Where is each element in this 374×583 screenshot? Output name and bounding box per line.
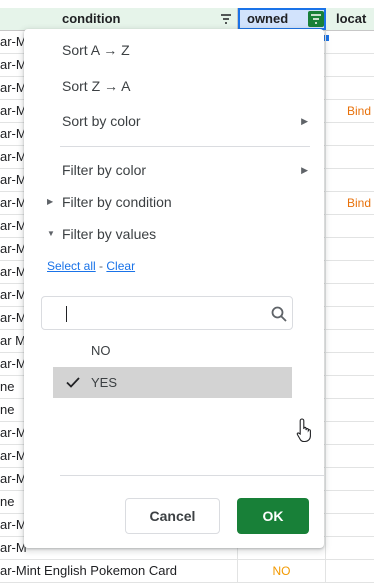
location-cell[interactable] bbox=[326, 307, 374, 329]
location-cell[interactable]: Bind bbox=[326, 192, 374, 214]
location-cell[interactable] bbox=[326, 169, 374, 191]
filter-by-color-item[interactable]: Filter by color ▶ bbox=[24, 155, 324, 185]
location-cell[interactable]: Bind bbox=[326, 100, 374, 122]
location-cell[interactable] bbox=[326, 353, 374, 375]
hand-pointer-icon bbox=[296, 418, 311, 443]
sort-z-a-label: Sort Z → A bbox=[62, 78, 131, 94]
column-header-condition[interactable]: condition bbox=[0, 8, 238, 30]
column-header-location-label: locat bbox=[336, 11, 367, 26]
sort-z-a-item[interactable]: Sort Z → A bbox=[24, 71, 324, 101]
filter-icon[interactable] bbox=[218, 11, 234, 27]
location-cell[interactable] bbox=[326, 399, 374, 421]
location-cell[interactable] bbox=[326, 215, 374, 237]
sort-a-z-label: Sort A → Z bbox=[62, 42, 130, 58]
value-option-yes[interactable]: YES bbox=[53, 367, 292, 398]
location-cell[interactable] bbox=[326, 330, 374, 352]
owned-cell[interactable]: NO bbox=[238, 560, 326, 582]
header-row: condition owned locat bbox=[0, 8, 374, 42]
clear-link[interactable]: Clear bbox=[106, 259, 135, 273]
filter-by-values-item[interactable]: ▼ Filter by values bbox=[24, 219, 324, 249]
select-all-link[interactable]: Select all bbox=[47, 259, 96, 273]
footer-divider bbox=[60, 475, 324, 476]
value-search-box[interactable] bbox=[41, 296, 293, 330]
filter-menu: Sort A → Z Sort Z → A Sort by color ▶ Fi… bbox=[24, 29, 324, 548]
sort-by-color-item[interactable]: Sort by color ▶ bbox=[24, 106, 324, 136]
location-cell[interactable] bbox=[326, 537, 374, 559]
location-cell[interactable] bbox=[326, 146, 374, 168]
value-option-no[interactable]: NO bbox=[53, 335, 292, 366]
triangle-right-icon: ▶ bbox=[47, 197, 54, 206]
sort-a-z-item[interactable]: Sort A → Z bbox=[24, 35, 324, 65]
link-separator: - bbox=[99, 259, 104, 273]
chevron-right-icon: ▶ bbox=[301, 165, 308, 175]
location-cell[interactable] bbox=[326, 77, 374, 99]
location-cell[interactable] bbox=[326, 261, 374, 283]
column-header-location[interactable]: locat bbox=[326, 8, 374, 30]
ok-button[interactable]: OK bbox=[237, 498, 309, 534]
location-cell[interactable] bbox=[326, 422, 374, 444]
location-cell[interactable] bbox=[326, 31, 374, 53]
location-cell[interactable] bbox=[326, 514, 374, 536]
filter-by-condition-item[interactable]: ▶ Filter by condition bbox=[24, 187, 324, 217]
column-header-condition-label: condition bbox=[62, 11, 121, 26]
location-cell[interactable] bbox=[326, 468, 374, 490]
text-caret bbox=[66, 306, 67, 322]
filter-by-values-label: Filter by values bbox=[62, 226, 157, 242]
check-icon bbox=[66, 377, 80, 388]
sort-by-color-label: Sort by color bbox=[62, 113, 141, 129]
filter-by-color-label: Filter by color bbox=[62, 162, 147, 178]
value-option-label: YES bbox=[91, 375, 118, 390]
column-header-owned[interactable]: owned bbox=[238, 8, 326, 30]
triangle-down-icon: ▼ bbox=[47, 229, 55, 238]
condition-cell[interactable]: ar-Mint English Pokemon Card bbox=[0, 560, 238, 582]
column-header-owned-label: owned bbox=[247, 11, 289, 26]
location-cell[interactable] bbox=[326, 284, 374, 306]
location-cell[interactable] bbox=[326, 123, 374, 145]
chevron-right-icon: ▶ bbox=[301, 116, 308, 126]
location-cell[interactable] bbox=[326, 445, 374, 467]
location-cell[interactable] bbox=[326, 376, 374, 398]
filter-by-condition-label: Filter by condition bbox=[62, 194, 172, 210]
active-filter-icon[interactable] bbox=[308, 11, 324, 27]
value-search-input[interactable] bbox=[54, 302, 254, 324]
value-option-label: NO bbox=[91, 343, 111, 358]
menu-divider bbox=[60, 146, 310, 147]
search-icon bbox=[271, 306, 287, 322]
table-row: ar-Mint English Pokemon Card NO bbox=[0, 560, 374, 583]
cancel-button[interactable]: Cancel bbox=[125, 498, 220, 534]
location-cell[interactable] bbox=[326, 238, 374, 260]
location-cell[interactable] bbox=[326, 560, 374, 582]
select-links: Select all - Clear bbox=[47, 259, 135, 273]
location-cell[interactable] bbox=[326, 491, 374, 513]
location-cell[interactable] bbox=[326, 54, 374, 76]
